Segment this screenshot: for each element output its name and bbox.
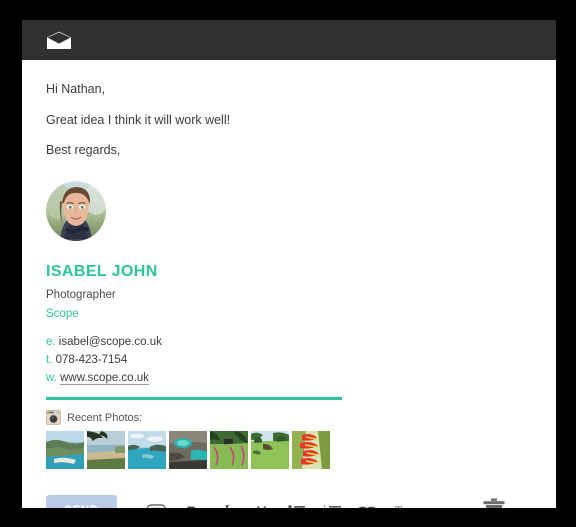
instagram-icon — [46, 410, 61, 426]
svg-text:1: 1 — [323, 505, 326, 508]
bold-label: B — [186, 503, 196, 508]
bullet-list-icon[interactable] — [279, 495, 314, 508]
contact-phone-value: 078-423-7154 — [55, 353, 128, 366]
email-signature: ISABEL JOHN Photographer Scope e. isabel… — [46, 180, 532, 470]
list-item[interactable] — [87, 431, 125, 470]
svg-text:T: T — [394, 503, 402, 508]
underline-icon[interactable]: U — [244, 495, 279, 508]
contact-phone: t. 078-423-7154 — [46, 352, 532, 370]
avatar — [46, 180, 106, 241]
email-compose-card: Hi Nathan, Great idea I think it will wo… — [22, 20, 556, 508]
list-item[interactable] — [169, 431, 207, 470]
clear-formatting-icon[interactable]: T x — [384, 495, 419, 508]
underline-label: U — [256, 503, 266, 508]
closing-text: Best regards, — [46, 143, 121, 158]
list-item[interactable] — [210, 431, 248, 470]
recent-photos-header: Recent Photos: — [46, 410, 532, 426]
link-icon[interactable] — [349, 495, 384, 508]
attach-icon[interactable] — [139, 495, 174, 508]
trash-icon[interactable] — [483, 498, 505, 508]
contact-website-value[interactable]: www.scope.co.uk — [60, 371, 149, 385]
signature-company[interactable]: Scope — [46, 308, 532, 320]
contact-website: w. www.scope.co.uk — [46, 370, 532, 388]
window-header — [22, 20, 556, 60]
thumbnail-strip — [46, 431, 532, 470]
contact-email-key: e. — [46, 335, 56, 348]
email-body: Hi Nathan, Great idea I think it will wo… — [22, 60, 556, 508]
list-item[interactable] — [251, 431, 289, 470]
send-button[interactable]: SEND — [46, 495, 117, 508]
italic-label: I — [224, 503, 229, 508]
contact-email-value[interactable]: isabel@scope.co.uk — [59, 336, 162, 348]
contact-website-key: w. — [46, 371, 57, 384]
compose-toolbar: SEND B I U — [46, 491, 532, 508]
envelope-open-icon — [46, 31, 72, 50]
bold-icon[interactable]: B — [174, 495, 209, 508]
formatting-tools: B I U — [139, 495, 419, 508]
body-text: Great idea I think it will work well! — [46, 112, 231, 127]
contact-email: e. isabel@scope.co.uk — [46, 334, 532, 352]
greeting-text: Hi Nathan, — [46, 82, 106, 96]
list-item[interactable] — [46, 431, 84, 470]
signature-name: ISABEL JOHN — [46, 262, 158, 280]
signature-divider — [46, 397, 342, 401]
list-item[interactable] — [128, 431, 166, 470]
contact-list: e. isabel@scope.co.uk t. 078-423-7154 w.… — [46, 334, 532, 387]
list-item[interactable] — [292, 431, 330, 470]
italic-icon[interactable]: I — [209, 495, 244, 508]
numbered-list-icon[interactable]: 1 2 3 — [314, 495, 349, 508]
contact-phone-key: t. — [46, 353, 53, 366]
signature-role: Photographer — [46, 288, 116, 301]
recent-photos-label: Recent Photos: — [67, 411, 143, 424]
